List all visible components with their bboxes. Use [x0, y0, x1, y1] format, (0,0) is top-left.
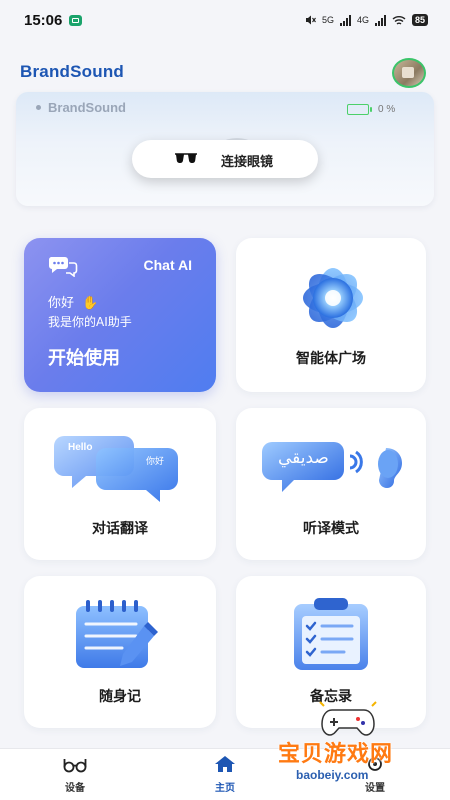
device-name-label: BrandSound	[48, 100, 126, 115]
greeting-text: 你好	[48, 296, 75, 311]
brand-logo: BrandSound	[20, 62, 124, 81]
device-card: BrandSound 0 % 连接眼镜	[16, 92, 434, 206]
connect-glasses-button[interactable]: 连接眼镜	[132, 140, 318, 178]
watermark: 宝贝游戏网 baobeiy.com	[278, 700, 418, 796]
dialogue-translation-label: 对话翻译	[92, 521, 148, 537]
chat-greeting: 你好 ✋	[48, 292, 98, 311]
listen-translate-label: 听译模式	[303, 521, 359, 537]
ear-sound-icon	[262, 442, 402, 492]
listen-bubble-text: صديقي	[278, 448, 329, 468]
nav-device[interactable]: 设备	[45, 755, 105, 794]
status-time: 15:06	[24, 11, 63, 29]
device-battery: 0 %	[347, 104, 395, 115]
start-using-button[interactable]: 开始使用	[48, 344, 120, 370]
flower-orb-icon	[303, 268, 363, 328]
translate-bubble-en: Hello	[68, 442, 93, 453]
translate-bubble-zh: 你好	[146, 457, 165, 467]
signal-icon	[339, 14, 351, 26]
status-bar: 15:06 5G 4G 85	[0, 0, 450, 40]
nav-device-label: 设备	[65, 783, 85, 794]
translate-bubbles-icon	[54, 436, 178, 502]
quick-notes-tile[interactable]: 随身记	[24, 576, 216, 728]
home-icon	[215, 756, 235, 772]
glasses-outline-icon	[63, 759, 87, 773]
notepad-pen-icon	[76, 600, 158, 668]
chat-bubbles-icon	[48, 257, 78, 277]
battery-indicator: 85	[411, 14, 428, 26]
status-indicators: 5G 4G 85	[304, 14, 428, 26]
user-avatar[interactable]	[392, 58, 426, 88]
gamepad-icon	[319, 701, 377, 736]
agent-plaza-tile[interactable]: 智能体广场	[236, 238, 426, 392]
chat-intro: 我是你的AI助手	[48, 315, 132, 329]
watermark-url: baobeiy.com	[296, 768, 369, 782]
chat-ai-title: Chat AI	[143, 257, 192, 273]
quick-notes-label: 随身记	[99, 689, 141, 705]
wifi-icon	[392, 15, 406, 25]
mute-icon	[305, 15, 316, 25]
signal-icon-2	[374, 14, 386, 26]
app-header: BrandSound	[0, 56, 450, 90]
connect-label: 连接眼镜	[221, 155, 274, 170]
network-label-1: 5G	[321, 15, 334, 25]
network-label-2: 4G	[356, 15, 369, 25]
nav-home-label: 主页	[215, 783, 235, 794]
app-notification-icon	[69, 14, 83, 26]
agent-plaza-label: 智能体广场	[296, 351, 366, 367]
nav-home[interactable]: 主页	[195, 755, 255, 794]
device-name: BrandSound	[36, 100, 126, 115]
listen-translate-tile[interactable]: صديقي 听译模式	[236, 408, 426, 560]
battery-icon	[347, 104, 372, 115]
glasses-icon	[175, 153, 197, 163]
dialogue-translation-tile[interactable]: Hello 你好 对话翻译	[24, 408, 216, 560]
status-dot-icon	[36, 105, 41, 110]
watermark-text: 宝贝游戏网	[278, 742, 394, 767]
chat-ai-tile[interactable]: Chat AI 你好 ✋ 我是你的AI助手 开始使用	[24, 238, 216, 392]
clipboard-checklist-icon	[294, 598, 368, 670]
waving-hand-icon: ✋	[82, 296, 99, 311]
battery-percent: 0 %	[378, 104, 396, 115]
